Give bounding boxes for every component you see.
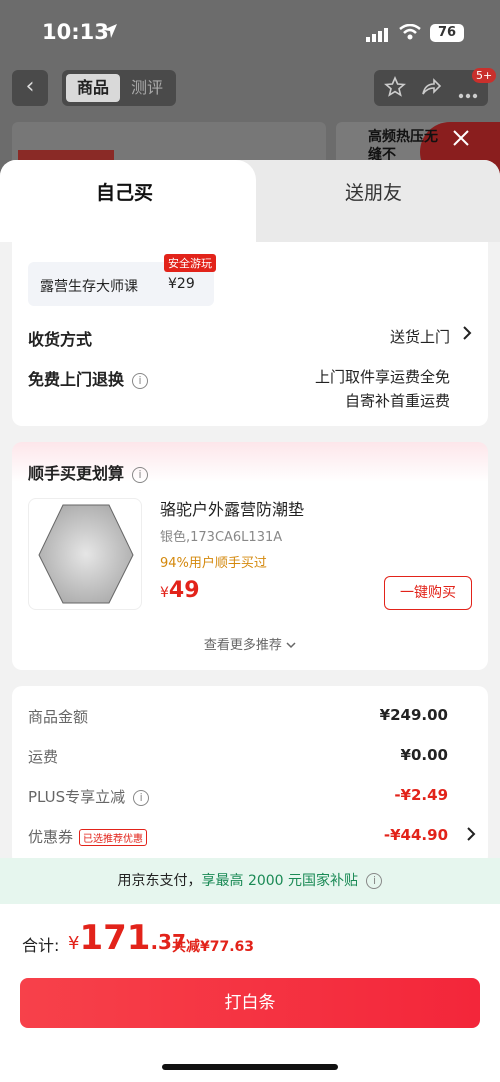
coupon-selected-tag: 已选推荐优惠 (79, 829, 148, 846)
price-currency: ¥ (160, 585, 169, 601)
addon-title: 顺手买更划算 i (28, 460, 149, 484)
subsidy-banner[interactable]: 用京东支付，享最高 2000 元国家补贴 i (0, 858, 500, 904)
close-icon[interactable] (452, 128, 470, 153)
tab-buy-for-self[interactable]: 自己买 (96, 178, 153, 205)
tab-send-to-friend[interactable]: 送朋友 (345, 178, 402, 205)
star-icon[interactable] (384, 75, 406, 102)
back-arrow-icon: ‹ (25, 74, 35, 99)
price-summary-card: 商品金额 ¥249.00 运费 ¥0.00 PLUS专享立减 i -¥2.49 优… (12, 686, 488, 866)
more-recommendations-link[interactable]: 查看更多推荐 (12, 634, 488, 653)
product-image[interactable] (28, 498, 142, 610)
price-number: 49 (168, 578, 200, 603)
share-icon[interactable] (420, 76, 442, 102)
promo-banner-text: 高频热压无缝不 (368, 129, 438, 163)
total-integer: 171 (79, 918, 151, 958)
info-icon[interactable]: i (132, 466, 149, 483)
shipping-value: ¥0.00 (400, 746, 448, 764)
safety-tag: 安全游玩 (164, 254, 216, 272)
info-icon[interactable]: i (133, 789, 150, 806)
return-line-2: 自寄补首重运费 (344, 392, 450, 410)
sheet-tab-bar: 自己买 送朋友 (0, 160, 500, 242)
plus-discount-value: -¥2.49 (394, 786, 448, 804)
plus-discount-text: PLUS专享立减 (28, 788, 126, 806)
coupon-label: 优惠券 已选推荐优惠 (28, 826, 148, 847)
goods-amount-value: ¥249.00 (379, 706, 448, 724)
pay-with-baitiao-button[interactable]: 打白条 (20, 978, 480, 1028)
course-price: ¥29 (168, 276, 195, 292)
more-icon[interactable] (458, 84, 478, 103)
subsidy-prefix: 用京东支付， (117, 873, 202, 889)
signal-icon (366, 27, 388, 46)
more-recommendations-text: 查看更多推荐 (203, 638, 282, 653)
chevron-right-icon (466, 826, 476, 846)
status-bar: 10:13 76 (0, 0, 500, 60)
message-badge: 5+ (472, 68, 497, 83)
delivery-method-selector[interactable]: 送货上门 (312, 324, 472, 348)
coupon-value: -¥44.90 (383, 826, 448, 844)
product-name[interactable]: 骆驼户外露营防潮垫 (160, 496, 304, 520)
addon-card: 顺手买更划算 i 骆驼户外露营防潮垫 银色,173CA6L131A 94%用户顺手… (12, 442, 488, 670)
tab-product[interactable]: 商品 (66, 74, 120, 102)
home-indicator (162, 1064, 338, 1070)
subsidy-highlight: 享最高 2000 元国家补贴 (201, 873, 359, 889)
product-price: ¥49 (160, 578, 200, 603)
wifi-icon (399, 23, 421, 44)
nav-actions (374, 70, 488, 106)
info-icon[interactable]: i (132, 372, 149, 389)
total-currency: ¥ (68, 933, 80, 954)
coupon-label-text: 优惠券 (28, 828, 74, 846)
plus-discount-label: PLUS专享立减 i (28, 786, 150, 807)
location-arrow-icon (102, 23, 118, 43)
product-buyers: 94%用户顺手买过 (160, 556, 267, 571)
purchase-sheet: 自己买 送朋友 露营生存大师课 ¥29 安全游玩 收货方式 送货上门 免费上门退… (0, 160, 500, 1082)
delivery-value: 送货上门 (389, 328, 450, 346)
tab-review[interactable]: 测评 (120, 74, 174, 102)
checkout-footer: 合计: ¥171.37 共减¥77.63 打白条 (0, 904, 500, 1082)
goods-amount-label: 商品金额 (28, 708, 89, 726)
delivery-label: 收货方式 (28, 330, 93, 349)
course-name: 露营生存大师课 (40, 279, 138, 295)
battery-indicator: 76 (430, 24, 464, 42)
return-line-1: 上门取件享运费全免 (314, 368, 450, 386)
free-return-text: 免费上门退换 (28, 370, 125, 389)
status-time: 10:13 (42, 20, 109, 44)
total-label: 合计: (22, 936, 60, 955)
addon-title-text: 顺手买更划算 (28, 464, 125, 483)
product-spec: 银色,173CA6L131A (160, 530, 283, 545)
order-options-card: 露营生存大师课 ¥29 安全游玩 收货方式 送货上门 免费上门退换 i 上门取件享… (12, 242, 488, 426)
shipping-label: 运费 (28, 748, 59, 766)
product-tabs: 商品 测评 (62, 70, 176, 106)
coupon-row[interactable]: 优惠券 已选推荐优惠 -¥44.90 (12, 820, 488, 856)
total-price: ¥171.37 (68, 918, 186, 958)
chevron-right-icon (462, 325, 472, 345)
total-saved: 共减¥77.63 (172, 939, 255, 955)
info-icon: i (366, 873, 383, 889)
one-click-buy-button[interactable]: 一键购买 (384, 576, 472, 610)
back-button[interactable]: ‹ (12, 70, 48, 106)
chevron-down-icon (286, 638, 296, 653)
free-return-label: 免费上门退换 i (28, 366, 149, 390)
